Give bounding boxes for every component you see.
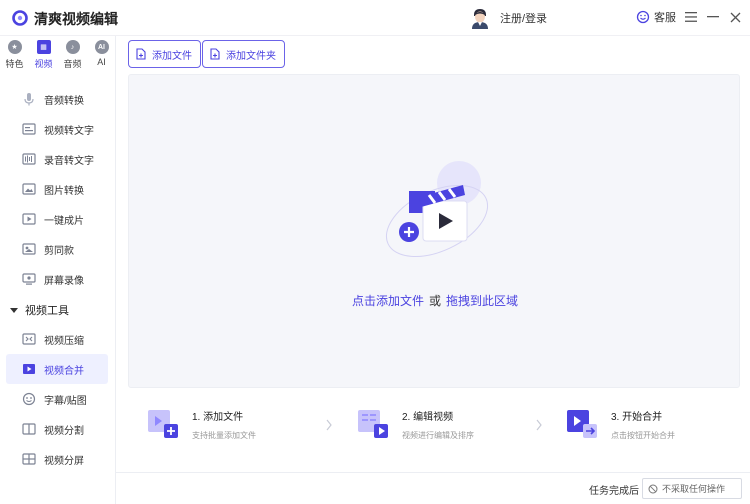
login-register-link[interactable]: 注册/登录 — [500, 10, 547, 26]
sidebar-item-label: 视频分屏 — [44, 455, 84, 467]
step-description: 视频进行编辑及排序 — [402, 431, 474, 440]
add-folder-label: 添加文件夹 — [226, 50, 276, 62]
sidebar-item-label: 视频分割 — [44, 425, 84, 437]
sidebar-item-video-split-screen[interactable]: 视频分屏 — [6, 444, 108, 474]
sidebar-item-same-template[interactable]: 剪同款 — [6, 234, 108, 264]
sidebar-item-label: 屏幕录像 — [44, 275, 84, 287]
clapperboard-illustration-icon — [385, 161, 489, 257]
sidebar-item-video-to-text[interactable]: 视频转文字 — [6, 114, 108, 144]
sidebar-item-screen-record[interactable]: 屏幕录像 — [6, 264, 108, 294]
step-start-merge: 3. 开始合并 点击按钮开始合并 — [565, 404, 675, 441]
sidebar-item-subtitle-sticker[interactable]: 字幕/贴图 — [6, 384, 108, 414]
add-file-icon — [136, 48, 146, 60]
menu-button[interactable] — [683, 8, 699, 26]
step-start-merge-icon — [567, 410, 597, 438]
or-text: 或 — [428, 294, 441, 308]
tab-ai-label: AI — [97, 57, 106, 67]
app-title: 清爽视频编辑 — [34, 11, 118, 27]
audio-icon: ♪ — [65, 40, 80, 54]
user-avatar-icon[interactable] — [470, 7, 490, 29]
sidebar-item-one-click-film[interactable]: 一键成片 — [6, 204, 108, 234]
template-icon — [22, 243, 36, 255]
no-action-icon — [648, 484, 658, 493]
sidebar-item-recording-to-text[interactable]: 录音转文字 — [6, 144, 108, 174]
tab-video-label: 视频 — [34, 59, 53, 69]
recording-text-icon — [22, 153, 36, 165]
chevron-right-icon — [536, 419, 542, 431]
chevron-right-icon — [326, 419, 332, 431]
sidebar-item-video-merge[interactable]: 视频合并 — [6, 354, 108, 384]
section-title: 视频工具 — [25, 305, 69, 317]
app-logo-icon — [12, 10, 28, 26]
customer-service-button[interactable]: 客服 — [636, 9, 676, 25]
image-icon — [22, 183, 36, 195]
after-task-option: 不采取任何操作 — [662, 484, 726, 494]
tab-video[interactable]: ▦ 视频 — [29, 36, 58, 70]
drop-zone-text: 点击添加文件或拖拽到此区域 — [129, 292, 741, 309]
menu-icon — [685, 12, 697, 22]
step-description: 点击按钮开始合并 — [611, 431, 675, 440]
sidebar-item-label: 剪同款 — [44, 245, 74, 257]
star-icon: ★ — [7, 40, 22, 54]
tab-featured-label: 特色 — [5, 59, 24, 69]
add-folder-button[interactable]: 添加文件夹 — [202, 40, 285, 68]
service-icon — [636, 10, 650, 24]
minimize-icon — [707, 16, 719, 18]
sidebar-item-label: 视频转文字 — [44, 125, 94, 137]
video-tools-section-header[interactable]: 视频工具 — [10, 302, 69, 318]
sidebar-item-label: 图片转换 — [44, 185, 84, 197]
step-description: 支持批量添加文件 — [192, 431, 256, 440]
step-add-file-icon — [148, 410, 178, 438]
sidebar-item-label: 字幕/贴图 — [44, 395, 87, 407]
service-label: 客服 — [654, 12, 676, 24]
add-folder-icon — [210, 48, 220, 60]
subtitle-icon — [22, 392, 36, 406]
add-file-label: 添加文件 — [152, 50, 192, 62]
tab-audio[interactable]: ♪ 音频 — [58, 36, 87, 70]
after-task-label: 任务完成后 — [589, 486, 639, 497]
play-icon — [22, 213, 36, 225]
user-area[interactable]: 注册/登录 — [470, 7, 547, 29]
film-icon: ▦ — [36, 40, 51, 54]
step-edit-video-icon — [358, 410, 388, 438]
step-edit-video: 2. 编辑视频 视频进行编辑及排序 — [356, 404, 474, 441]
step-add-file: 1. 添加文件 支持批量添加文件 — [146, 404, 256, 441]
click-add-text[interactable]: 点击添加文件 — [352, 294, 424, 308]
microphone-icon — [24, 93, 34, 106]
sidebar-item-video-split[interactable]: 视频分割 — [6, 414, 108, 444]
sidebar-item-label: 一键成片 — [44, 215, 84, 227]
close-button[interactable] — [727, 8, 743, 26]
sidebar: ★ 特色 ▦ 视频 ♪ 音频 AI AI 音频转换 视频转文字 录音转文字 图片… — [0, 36, 116, 504]
tab-audio-label: 音频 — [63, 59, 82, 69]
after-task-select[interactable]: 不采取任何操作 — [642, 478, 742, 499]
add-file-button[interactable]: 添加文件 — [128, 40, 201, 68]
compress-icon — [22, 333, 36, 345]
ai-icon: AI — [94, 40, 109, 54]
sidebar-item-video-compress[interactable]: 视频压缩 — [6, 324, 108, 354]
minimize-button[interactable] — [705, 8, 721, 26]
step-title: 3. 开始合并 — [611, 412, 663, 423]
tab-featured[interactable]: ★ 特色 — [0, 36, 29, 70]
file-drop-zone[interactable]: 点击添加文件或拖拽到此区域 — [128, 74, 740, 388]
bottom-bar: 任务完成后 不采取任何操作 — [116, 472, 750, 504]
sidebar-item-label: 视频合并 — [44, 365, 84, 377]
step-title: 2. 编辑视频 — [402, 412, 454, 423]
caret-down-icon — [10, 307, 18, 313]
screen-record-icon — [22, 273, 36, 285]
title-bar: 清爽视频编辑 注册/登录 客服 — [0, 0, 750, 36]
split-screen-icon — [22, 453, 36, 465]
sidebar-item-label: 视频压缩 — [44, 335, 84, 347]
sidebar-item-label: 录音转文字 — [44, 155, 94, 167]
drag-here-text: 拖拽到此区域 — [446, 294, 519, 308]
tab-ai[interactable]: AI AI — [87, 36, 116, 70]
category-tabs: ★ 特色 ▦ 视频 ♪ 音频 AI AI — [0, 36, 116, 70]
sidebar-item-image-convert[interactable]: 图片转换 — [6, 174, 108, 204]
sidebar-item-label: 音频转换 — [44, 95, 84, 107]
split-icon — [22, 423, 36, 435]
sidebar-item-audio-convert[interactable]: 音频转换 — [6, 84, 108, 114]
video-text-icon — [22, 123, 36, 135]
merge-icon — [23, 364, 35, 374]
close-icon — [730, 12, 740, 22]
step-title: 1. 添加文件 — [192, 412, 244, 423]
